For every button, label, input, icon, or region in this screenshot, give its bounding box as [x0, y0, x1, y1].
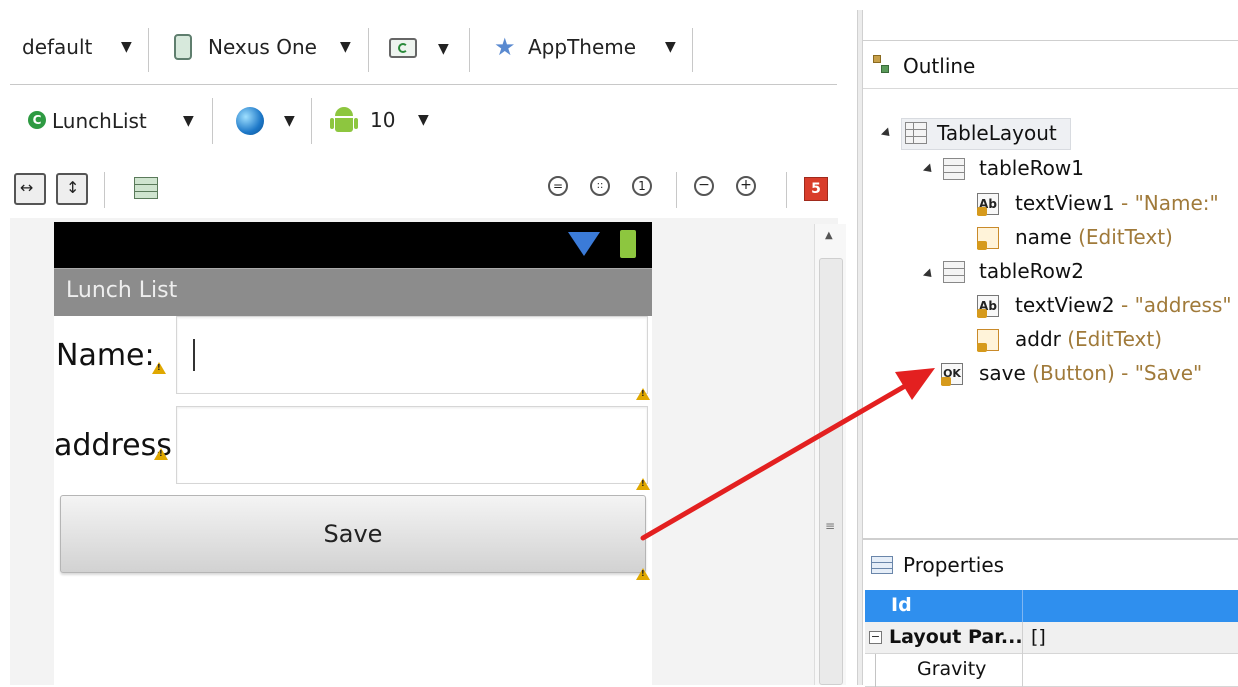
annotation-arrow [640, 368, 935, 541]
